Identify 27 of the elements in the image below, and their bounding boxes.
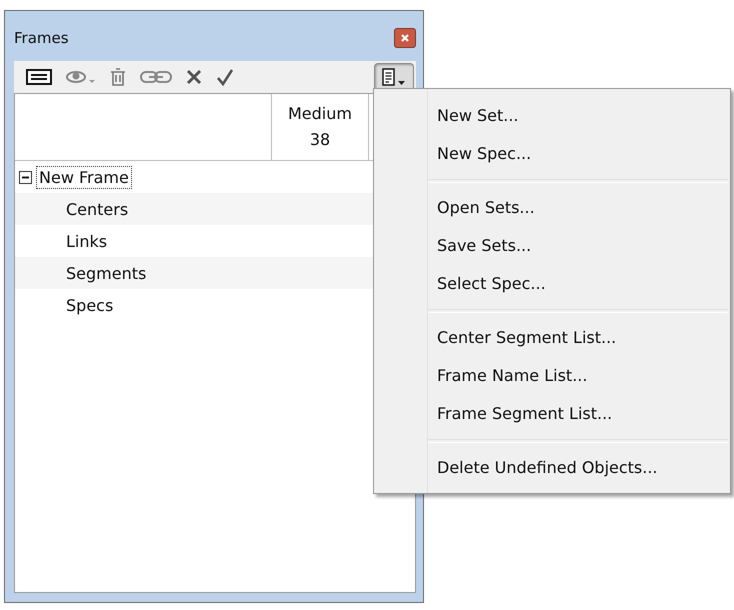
menu-item[interactable]: Frame Name List... <box>374 357 730 395</box>
tree-item[interactable]: Links <box>64 230 110 252</box>
menu-item[interactable]: Frame Segment List... <box>374 395 730 433</box>
menu-item[interactable]: Delete Undefined Objects... <box>374 449 730 487</box>
menu-item[interactable]: New Spec... <box>374 135 730 173</box>
menu-item[interactable]: New Set... <box>374 97 730 135</box>
menu-item[interactable]: Open Sets... <box>374 189 730 227</box>
column-value: 38 <box>310 129 330 151</box>
window-title: Frames <box>14 29 69 47</box>
tree-item[interactable]: Specs <box>64 294 116 316</box>
checkmark-icon[interactable] <box>216 68 234 86</box>
trash-icon[interactable] <box>110 68 126 86</box>
tree-item[interactable]: Segments <box>64 262 148 284</box>
document-icon <box>380 67 408 87</box>
link-icon[interactable] <box>140 70 172 84</box>
tree-item[interactable]: Centers <box>64 198 130 220</box>
menu-item[interactable]: Select Spec... <box>374 265 730 303</box>
menu-item[interactable]: Save Sets... <box>374 227 730 265</box>
close-icon <box>399 32 411 44</box>
delete-icon[interactable] <box>186 69 202 85</box>
tree-item[interactable]: New Frame <box>36 166 132 188</box>
close-button[interactable] <box>394 28 416 48</box>
column-header: Medium <box>288 103 352 125</box>
collapse-icon[interactable] <box>19 170 32 184</box>
eye-icon[interactable] <box>66 69 96 85</box>
list-icon[interactable] <box>26 69 52 85</box>
menu-item[interactable]: Center Segment List... <box>374 319 730 357</box>
